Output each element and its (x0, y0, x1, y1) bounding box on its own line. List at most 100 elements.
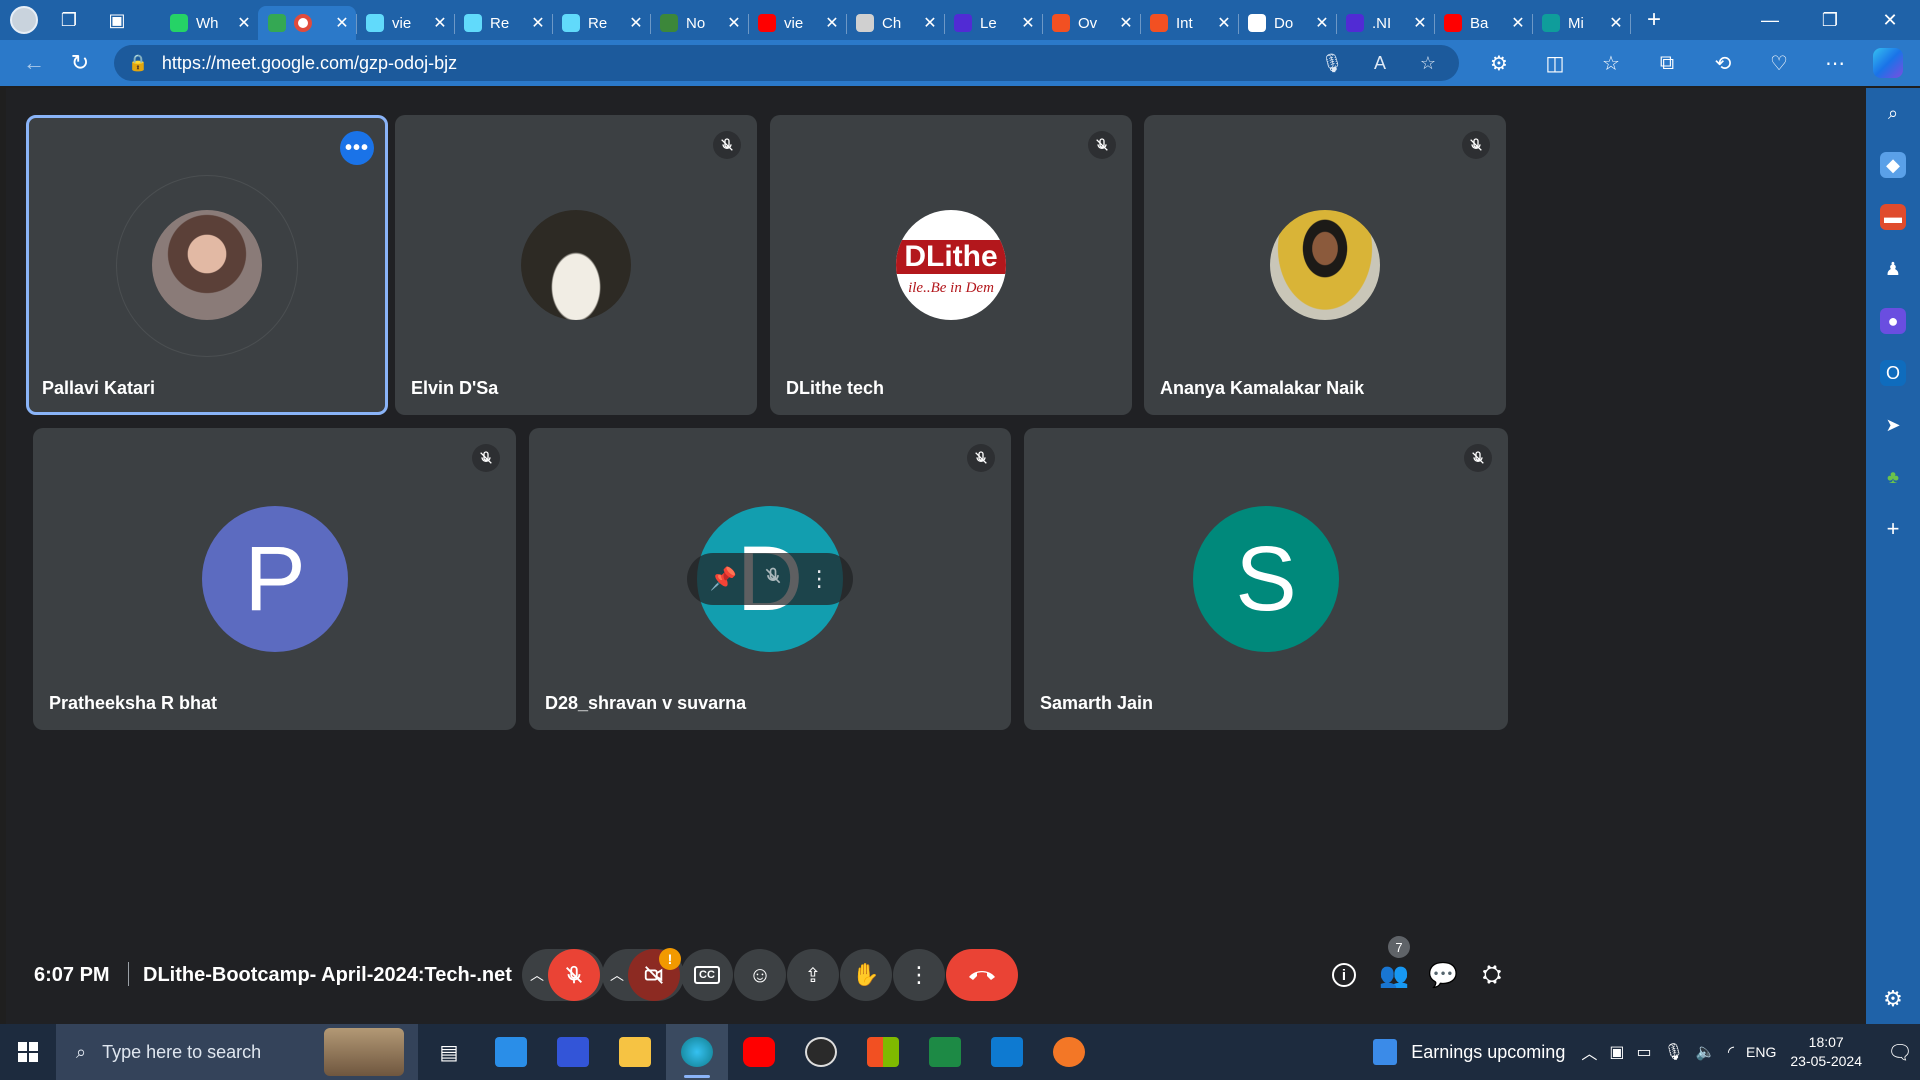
url-field[interactable]: 🔒 https://meet.google.com/gzp-odoj-bjz 🎙… (114, 45, 1459, 81)
taskbar-youtube[interactable] (728, 1024, 790, 1080)
more-options-button[interactable]: ⋮ (893, 949, 945, 1001)
close-tab-icon[interactable]: ✕ (1216, 13, 1232, 33)
start-button[interactable] (0, 1024, 56, 1080)
volume-icon[interactable]: 🔈 (1696, 1042, 1716, 1062)
close-tab-icon[interactable]: ✕ (1118, 13, 1134, 33)
microphone-icon[interactable]: 🎙 (1315, 53, 1349, 74)
mic-off-icon[interactable] (763, 566, 783, 592)
microphone-icon[interactable]: 🎙 (1664, 1042, 1684, 1062)
close-tab-icon[interactable]: ✕ (922, 13, 938, 33)
taskbar-excel-like[interactable] (914, 1024, 976, 1080)
browser-tab[interactable]: Do ✕ (1238, 6, 1337, 40)
chevron-up-icon[interactable]: ︿ (1581, 1040, 1597, 1064)
new-tab-button[interactable]: + (1634, 3, 1674, 37)
games-icon[interactable]: ♟ (1880, 256, 1906, 282)
monitor-icon[interactable]: ▣ (1609, 1042, 1624, 1062)
close-tab-icon[interactable]: ✕ (530, 13, 546, 33)
split-screen-icon[interactable]: ◫ (1527, 43, 1583, 83)
close-tab-icon[interactable]: ✕ (432, 13, 448, 33)
close-tab-icon[interactable]: ✕ (1412, 13, 1428, 33)
minimize-button[interactable]: — (1740, 0, 1800, 40)
browser-tab[interactable]: .NI ✕ (1336, 6, 1435, 40)
browser-essentials-icon[interactable]: ♡ (1751, 43, 1807, 83)
copilot-icon[interactable] (1873, 48, 1903, 78)
mic-toggle-button[interactable] (548, 949, 600, 1001)
close-tab-icon[interactable]: ✕ (726, 13, 742, 33)
copilot-side-icon[interactable]: ● (1880, 308, 1906, 334)
close-tab-icon[interactable]: ✕ (1510, 13, 1526, 33)
browser-tab[interactable]: Mi ✕ (1532, 6, 1631, 40)
close-tab-icon[interactable]: ✕ (236, 13, 252, 33)
restore-button[interactable]: ❐ (1800, 0, 1860, 40)
tree-icon[interactable]: ♣ (1880, 464, 1906, 490)
settings-more-icon[interactable]: ⋯ (1807, 43, 1863, 83)
sidebar-settings-icon[interactable]: ⚙ (1883, 986, 1903, 1012)
browser-tab[interactable]: Int ✕ (1140, 6, 1239, 40)
taskbar-edge[interactable] (666, 1024, 728, 1080)
participant-tile[interactable]: D 📌 ⋮ D28_shravan v suvarna (529, 428, 1011, 730)
collections-icon[interactable]: ⧉ (1639, 43, 1695, 83)
taskbar-search[interactable]: ⌕ Type here to search (56, 1024, 418, 1080)
back-button[interactable]: ← (14, 43, 54, 83)
taskbar-file-explorer[interactable] (604, 1024, 666, 1080)
browser-tab[interactable]: ✕ (258, 6, 357, 40)
participant-tile[interactable]: P Pratheeksha R bhat (33, 428, 516, 730)
taskbar-store[interactable] (852, 1024, 914, 1080)
browser-tab[interactable]: Re ✕ (454, 6, 553, 40)
browser-tab[interactable]: vie ✕ (356, 6, 455, 40)
task-view-button[interactable]: ▤ (418, 1024, 480, 1080)
history-icon[interactable]: ⟲ (1695, 43, 1751, 83)
participant-tile[interactable]: S Samarth Jain (1024, 428, 1508, 730)
favorite-star-icon[interactable]: ☆ (1411, 53, 1445, 74)
close-tab-icon[interactable]: ✕ (1608, 13, 1624, 33)
battery-icon[interactable]: ▭ (1636, 1042, 1651, 1062)
send-icon[interactable]: ➤ (1880, 412, 1906, 438)
participant-tile[interactable]: ••• Pallavi Katari (26, 115, 388, 415)
raise-hand-button[interactable]: ✋ (840, 949, 892, 1001)
participant-tile[interactable]: Elvin D'Sa (395, 115, 757, 415)
chat-button[interactable]: 💬 (1419, 951, 1467, 999)
taskbar-media-player[interactable] (790, 1024, 852, 1080)
captions-button[interactable]: CC (681, 949, 733, 1001)
present-screen-button[interactable]: ⇪ (787, 949, 839, 1001)
close-tab-icon[interactable]: ✕ (1020, 13, 1036, 33)
taskbar-vscode[interactable] (976, 1024, 1038, 1080)
taskbar-mail[interactable] (480, 1024, 542, 1080)
add-icon[interactable]: + (1880, 516, 1906, 542)
wifi-icon[interactable]: ◜ (1728, 1042, 1734, 1062)
refresh-button[interactable]: ↻ (60, 43, 100, 83)
leave-call-button[interactable] (946, 949, 1018, 1001)
people-button[interactable]: 👥 (1370, 951, 1418, 999)
browser-tab[interactable]: Ch ✕ (846, 6, 945, 40)
outlook-icon[interactable]: O (1880, 360, 1906, 386)
browser-tab[interactable]: Ov ✕ (1042, 6, 1141, 40)
participant-tile[interactable]: DLithe ile..Be in Dem DLithe tech (770, 115, 1132, 415)
read-aloud-icon[interactable]: A (1363, 53, 1397, 74)
notification-icon[interactable]: 🗨 (1880, 1040, 1920, 1065)
close-window-button[interactable]: ✕ (1860, 0, 1920, 40)
participant-tile[interactable]: Ananya Kamalakar Naik (1144, 115, 1506, 415)
close-tab-icon[interactable]: ✕ (334, 13, 350, 33)
tools-icon[interactable]: ▬ (1880, 204, 1906, 230)
browser-tab[interactable]: Ba ✕ (1434, 6, 1533, 40)
more-options-icon[interactable]: ••• (340, 131, 374, 165)
reactions-button[interactable]: ☺ (734, 949, 786, 1001)
shopping-tag-icon[interactable]: ◆ (1880, 152, 1906, 178)
browser-tab[interactable]: Le ✕ (944, 6, 1043, 40)
pin-icon[interactable]: 📌 (710, 566, 737, 592)
browser-tab[interactable]: vie ✕ (748, 6, 847, 40)
news-widget[interactable]: Earnings upcoming (1373, 1039, 1581, 1065)
browser-tab[interactable]: No ✕ (650, 6, 749, 40)
profile-avatar[interactable] (10, 6, 38, 34)
close-tab-icon[interactable]: ✕ (1314, 13, 1330, 33)
browser-tab[interactable]: Wh ✕ (160, 6, 259, 40)
url-text[interactable]: https://meet.google.com/gzp-odoj-bjz (162, 53, 1301, 74)
taskbar-clock[interactable]: 18:07 23-05-2024 (1782, 1033, 1880, 1071)
language-indicator[interactable]: ENG (1746, 1044, 1776, 1060)
browser-tab[interactable]: Re ✕ (552, 6, 651, 40)
lock-icon[interactable]: 🔒 (128, 53, 148, 73)
taskbar-app-blue[interactable] (542, 1024, 604, 1080)
close-tab-icon[interactable]: ✕ (824, 13, 840, 33)
extensions-icon[interactable]: ⚙ (1471, 43, 1527, 83)
meeting-info-button[interactable]: i (1320, 951, 1368, 999)
